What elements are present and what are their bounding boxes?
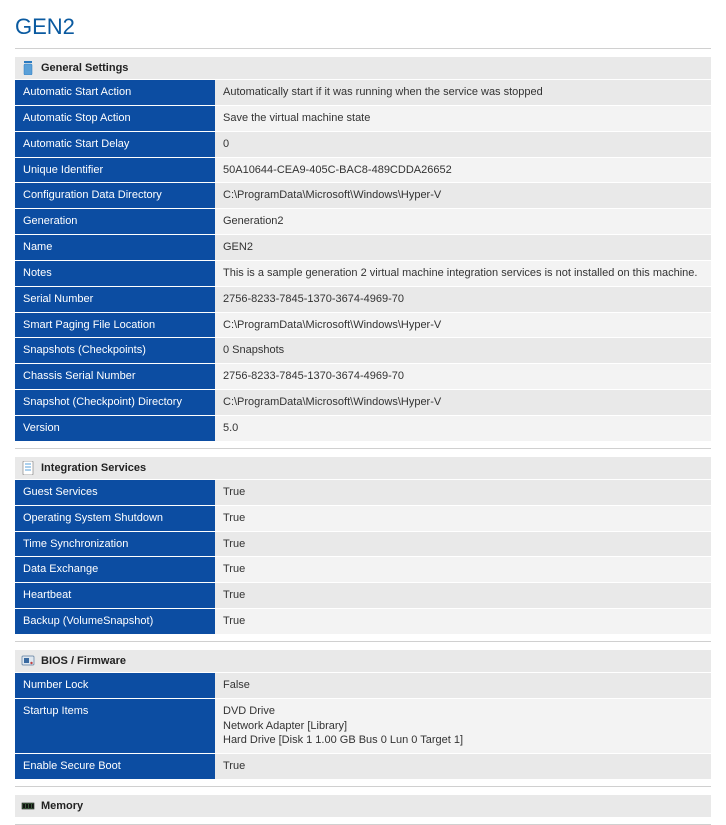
table-row: Guest ServicesTrue — [15, 480, 711, 505]
property-key: Data Exchange — [15, 557, 215, 583]
table-row: Operating System ShutdownTrue — [15, 505, 711, 531]
property-key: Heartbeat — [15, 583, 215, 609]
property-value: True — [215, 609, 711, 635]
property-key: Automatic Start Delay — [15, 131, 215, 157]
section-header: Memory — [15, 795, 711, 818]
section-title: Memory — [41, 800, 83, 812]
property-key: Number Lock — [15, 673, 215, 698]
section: Memory — [15, 795, 711, 818]
property-value: True — [215, 531, 711, 557]
property-key: Enable Secure Boot — [15, 754, 215, 780]
section-header: Integration Services — [15, 457, 711, 480]
table-row: Automatic Start Delay0 — [15, 131, 711, 157]
property-key: Version — [15, 415, 215, 441]
property-value: GEN2 — [215, 235, 711, 261]
settings-icon — [21, 61, 35, 75]
table-row: Backup (VolumeSnapshot)True — [15, 609, 711, 635]
property-value: True — [215, 505, 711, 531]
property-value: Automatically start if it was running wh… — [215, 80, 711, 105]
property-key: Snapshot (Checkpoint) Directory — [15, 390, 215, 416]
property-table: Guest ServicesTrueOperating System Shutd… — [15, 480, 711, 635]
property-key: Generation — [15, 209, 215, 235]
property-key: Automatic Stop Action — [15, 105, 215, 131]
property-key: Backup (VolumeSnapshot) — [15, 609, 215, 635]
property-value: True — [215, 583, 711, 609]
page-title: GEN2 — [15, 10, 711, 49]
property-value: C:\ProgramData\Microsoft\Windows\Hyper-V — [215, 390, 711, 416]
section-header: General Settings — [15, 57, 711, 80]
table-row: Enable Secure BootTrue — [15, 754, 711, 780]
property-value: True — [215, 480, 711, 505]
table-row: Number LockFalse — [15, 673, 711, 698]
property-key: Guest Services — [15, 480, 215, 505]
property-value: 2756-8233-7845-1370-3674-4969-70 — [215, 364, 711, 390]
table-row: NotesThis is a sample generation 2 virtu… — [15, 260, 711, 286]
property-key: Startup Items — [15, 698, 215, 754]
table-row: NameGEN2 — [15, 235, 711, 261]
table-row: Snapshots (Checkpoints)0 Snapshots — [15, 338, 711, 364]
document-icon — [21, 461, 35, 475]
section: Integration ServicesGuest ServicesTrueOp… — [15, 457, 711, 635]
property-value: True — [215, 557, 711, 583]
property-value: 5.0 — [215, 415, 711, 441]
property-key: Name — [15, 235, 215, 261]
property-key: Notes — [15, 260, 215, 286]
section-title: BIOS / Firmware — [41, 655, 126, 667]
table-row: Chassis Serial Number2756-8233-7845-1370… — [15, 364, 711, 390]
table-row: Smart Paging File LocationC:\ProgramData… — [15, 312, 711, 338]
property-value: C:\ProgramData\Microsoft\Windows\Hyper-V — [215, 183, 711, 209]
table-row: Serial Number2756-8233-7845-1370-3674-49… — [15, 286, 711, 312]
property-key: Smart Paging File Location — [15, 312, 215, 338]
property-value: C:\ProgramData\Microsoft\Windows\Hyper-V — [215, 312, 711, 338]
property-value: Generation2 — [215, 209, 711, 235]
table-row: Version5.0 — [15, 415, 711, 441]
property-value: False — [215, 673, 711, 698]
property-key: Operating System Shutdown — [15, 505, 215, 531]
section-header: BIOS / Firmware — [15, 650, 711, 673]
property-key: Unique Identifier — [15, 157, 215, 183]
property-table: Automatic Start ActionAutomatically star… — [15, 80, 711, 442]
section-title: General Settings — [41, 62, 128, 74]
property-key: Time Synchronization — [15, 531, 215, 557]
property-value: True — [215, 754, 711, 780]
section-divider — [15, 448, 711, 449]
property-key: Automatic Start Action — [15, 80, 215, 105]
table-row: Unique Identifier50A10644-CEA9-405C-BAC8… — [15, 157, 711, 183]
property-value: 50A10644-CEA9-405C-BAC8-489CDDA26652 — [215, 157, 711, 183]
property-value: 0 — [215, 131, 711, 157]
table-row: Configuration Data DirectoryC:\ProgramDa… — [15, 183, 711, 209]
property-value: Save the virtual machine state — [215, 105, 711, 131]
property-table: Number LockFalseStartup ItemsDVD Drive N… — [15, 673, 711, 780]
property-value: DVD Drive Network Adapter [Library] Hard… — [215, 698, 711, 754]
table-row: GenerationGeneration2 — [15, 209, 711, 235]
property-key: Configuration Data Directory — [15, 183, 215, 209]
table-row: HeartbeatTrue — [15, 583, 711, 609]
section-title: Integration Services — [41, 462, 146, 474]
property-key: Chassis Serial Number — [15, 364, 215, 390]
section-divider — [15, 786, 711, 787]
section: General SettingsAutomatic Start ActionAu… — [15, 57, 711, 442]
table-row: Automatic Start ActionAutomatically star… — [15, 80, 711, 105]
property-key: Snapshots (Checkpoints) — [15, 338, 215, 364]
section: BIOS / Firmware Number LockFalseStartup I… — [15, 650, 711, 780]
property-key: Serial Number — [15, 286, 215, 312]
property-value: 0 Snapshots — [215, 338, 711, 364]
table-row: Automatic Stop ActionSave the virtual ma… — [15, 105, 711, 131]
memory-icon — [21, 799, 35, 813]
firmware-icon — [21, 654, 35, 668]
property-value: This is a sample generation 2 virtual ma… — [215, 260, 711, 286]
table-row: Time SynchronizationTrue — [15, 531, 711, 557]
table-row: Snapshot (Checkpoint) DirectoryC:\Progra… — [15, 390, 711, 416]
table-row: Startup ItemsDVD Drive Network Adapter [… — [15, 698, 711, 754]
table-row: Data ExchangeTrue — [15, 557, 711, 583]
section-divider — [15, 641, 711, 642]
property-value: 2756-8233-7845-1370-3674-4969-70 — [215, 286, 711, 312]
